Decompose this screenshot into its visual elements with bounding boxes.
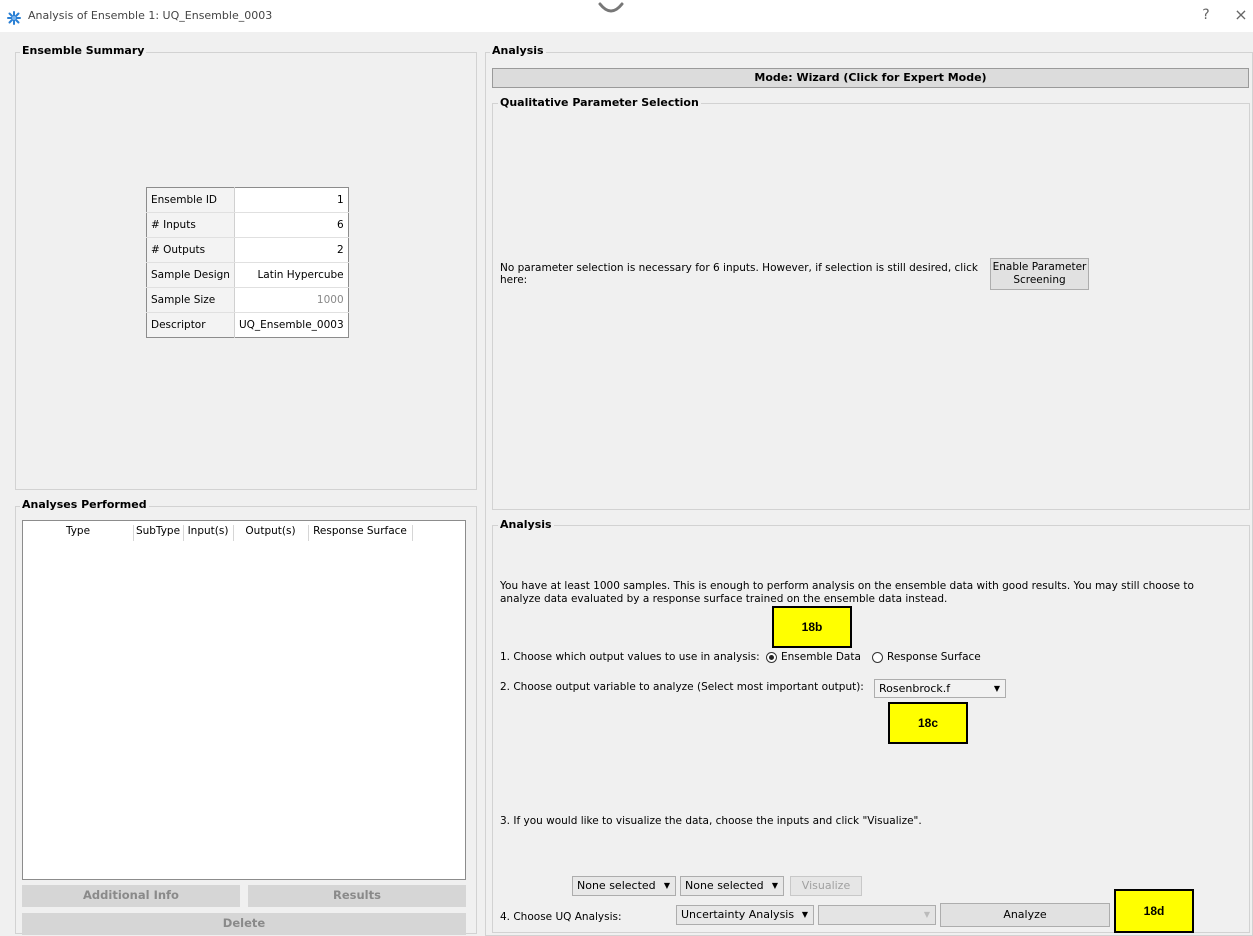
response-surface-radio[interactable]	[872, 652, 883, 663]
results-button[interactable]: Results	[248, 885, 466, 907]
chevron-down-icon: ▼	[663, 881, 670, 890]
step3-label: 3. If you would like to visualize the da…	[500, 815, 922, 827]
analysis-group-title: Analysis	[490, 44, 546, 57]
callout-18c: 18c	[888, 702, 968, 744]
output-variable-value: Rosenbrock.f	[879, 682, 951, 695]
row-value-sample-size[interactable]: 1000	[234, 287, 349, 313]
table-row: Ensemble ID 1	[146, 187, 349, 213]
app-icon	[7, 11, 21, 25]
row-label-outputs: # Outputs	[146, 237, 235, 263]
table-row: Sample Size 1000	[146, 287, 349, 313]
ensemble-data-radio[interactable]	[766, 652, 777, 663]
step2-label: 2. Choose output variable to analyze (Se…	[500, 681, 864, 693]
row-value-outputs[interactable]: 2	[234, 237, 349, 263]
row-value-descriptor[interactable]: UQ_Ensemble_0003	[234, 312, 349, 338]
window-title: Analysis of Ensemble 1: UQ_Ensemble_0003	[28, 9, 273, 22]
visualize-input2-value: None selected	[685, 879, 764, 892]
analyses-list[interactable]: Type SubType Input(s) Output(s) Response…	[22, 520, 466, 880]
chevron-down-icon: ▼	[801, 910, 808, 919]
chevron-down-icon: ▼	[923, 910, 930, 919]
qualitative-parameter-group	[492, 103, 1250, 510]
close-button[interactable]: ×	[1233, 5, 1249, 24]
callout-18b: 18b	[772, 606, 852, 648]
table-row: Sample Design Latin Hypercube	[146, 262, 349, 288]
delete-button[interactable]: Delete	[22, 913, 466, 935]
callout-18d: 18d	[1114, 889, 1194, 933]
ensemble-data-radio-label[interactable]: Ensemble Data	[781, 651, 861, 663]
output-variable-select[interactable]: Rosenbrock.f ▼	[874, 679, 1006, 698]
info-line-1: You have at least 1000 samples. This is …	[500, 580, 1194, 592]
ensemble-summary-title: Ensemble Summary	[20, 44, 147, 57]
row-value-inputs[interactable]: 6	[234, 212, 349, 238]
row-label-descriptor: Descriptor	[146, 312, 235, 338]
column-header-inputs[interactable]: Input(s)	[183, 525, 234, 541]
additional-info-button[interactable]: Additional Info	[22, 885, 240, 907]
column-header-response-surface[interactable]: Response Surface	[308, 525, 413, 541]
row-label-sample-design: Sample Design	[146, 262, 235, 288]
analyses-performed-title: Analyses Performed	[20, 498, 149, 511]
visualize-button[interactable]: Visualize	[790, 876, 862, 896]
enable-button-line2: Screening	[1013, 274, 1066, 286]
parameter-selection-message: No parameter selection is necessary for …	[500, 262, 978, 286]
table-row: Descriptor UQ_Ensemble_0003	[146, 312, 349, 338]
step1-label: 1. Choose which output values to use in …	[500, 651, 760, 663]
table-row: # Outputs 2	[146, 237, 349, 263]
step4-label: 4. Choose UQ Analysis:	[500, 911, 622, 923]
row-value-ensemble-id[interactable]: 1	[234, 187, 349, 213]
mode-toggle-button[interactable]: Mode: Wizard (Click for Expert Mode)	[492, 68, 1249, 88]
column-header-type[interactable]: Type	[23, 525, 134, 541]
loading-spinner-icon	[598, 2, 624, 13]
response-surface-radio-label[interactable]: Response Surface	[887, 651, 981, 663]
analyze-button[interactable]: Analyze	[940, 903, 1110, 927]
row-label-ensemble-id: Ensemble ID	[146, 187, 235, 213]
visualize-input1-select[interactable]: None selected ▼	[572, 876, 676, 896]
uq-analysis-value: Uncertainty Analysis	[681, 908, 795, 921]
uq-analysis-select[interactable]: Uncertainty Analysis ▼	[676, 905, 814, 925]
row-label-sample-size: Sample Size	[146, 287, 235, 313]
qualitative-parameter-title: Qualitative Parameter Selection	[498, 96, 701, 109]
uq-subtype-select[interactable]: ▼	[818, 905, 936, 925]
column-header-subtype[interactable]: SubType	[133, 525, 184, 541]
visualize-input2-select[interactable]: None selected ▼	[680, 876, 784, 896]
ensemble-summary-table: Ensemble ID 1 # Inputs 6 # Outputs 2 Sam…	[146, 187, 349, 338]
help-button[interactable]: ?	[1198, 7, 1214, 23]
row-value-sample-design[interactable]: Latin Hypercube	[234, 262, 349, 288]
chevron-down-icon: ▼	[771, 881, 778, 890]
analysis-inner-title: Analysis	[498, 518, 554, 531]
enable-parameter-screening-button[interactable]: Enable Parameter Screening	[990, 258, 1089, 290]
column-header-outputs[interactable]: Output(s)	[233, 525, 309, 541]
visualize-input1-value: None selected	[577, 879, 656, 892]
table-row: # Inputs 6	[146, 212, 349, 238]
chevron-down-icon: ▼	[993, 684, 1000, 693]
row-label-inputs: # Inputs	[146, 212, 235, 238]
enable-button-line1: Enable Parameter	[992, 261, 1087, 273]
info-line-2: analyze data evaluated by a response sur…	[500, 593, 948, 605]
